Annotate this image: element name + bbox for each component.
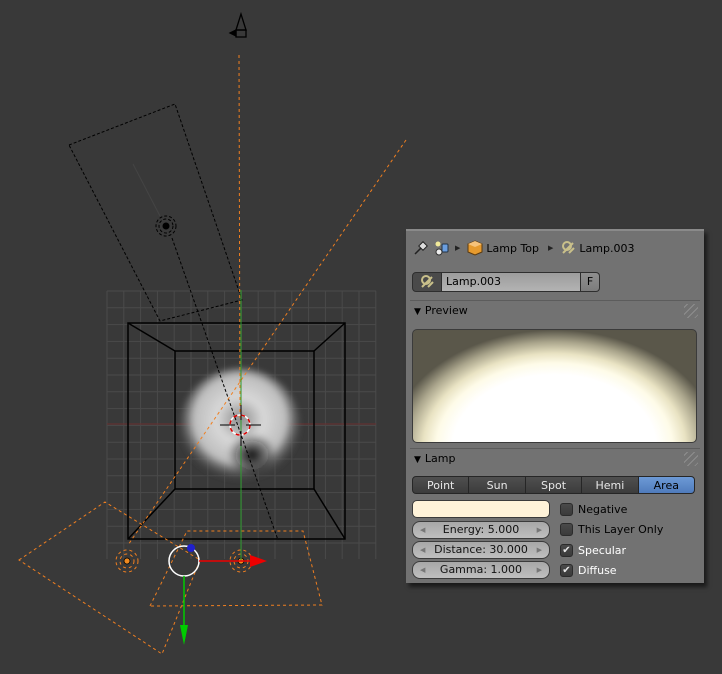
lamp-data-icon <box>560 240 576 256</box>
y-arrow-icon[interactable] <box>180 625 188 645</box>
lamp-properties-panel: ▶ Lamp Top ▶ Lamp.003 Lamp.003 F ▼ Previe… <box>406 229 704 583</box>
drag-grip-icon[interactable] <box>684 452 698 466</box>
breadcrumb-separator-icon: ▶ <box>548 244 554 252</box>
negative-checkbox[interactable]: Negative <box>560 501 627 517</box>
checkmark-icon[interactable]: ✔ <box>560 563 573 577</box>
lamp-type-spot[interactable]: Spot <box>525 476 583 494</box>
breadcrumb-object-label: Lamp Top <box>486 241 540 255</box>
increment-arrow-icon[interactable]: ▶ <box>537 562 542 578</box>
drag-grip-icon[interactable] <box>684 304 698 318</box>
lamp-browse-button[interactable] <box>412 272 442 292</box>
object-cube-icon <box>467 240 483 256</box>
preview-section-header[interactable]: ▼ Preview <box>410 300 700 322</box>
lamp-section-header[interactable]: ▼ Lamp <box>410 448 700 470</box>
lamp-origin-dot[interactable] <box>123 557 131 565</box>
breadcrumb: ▶ Lamp Top ▶ Lamp.003 <box>413 239 634 257</box>
lamp-type-sun[interactable]: Sun <box>469 476 526 494</box>
selected-lamp-outline[interactable] <box>18 54 407 655</box>
pin-icon[interactable] <box>413 240 429 256</box>
camera-icon[interactable] <box>228 11 247 38</box>
checkmark-icon[interactable]: ✔ <box>560 543 573 557</box>
z-handle-icon[interactable] <box>187 544 195 552</box>
increment-arrow-icon[interactable]: ▶ <box>537 542 542 558</box>
lamp-type-area[interactable]: Area <box>638 476 696 494</box>
expand-triangle-icon: ▼ <box>414 307 421 317</box>
transform-manipulator[interactable] <box>168 544 267 645</box>
lamp-type-point[interactable]: Point <box>412 476 470 494</box>
gamma-field[interactable]: ◀ Gamma: 1.000 ▶ <box>412 561 550 579</box>
distance-field[interactable]: ◀ Distance: 30.000 ▶ <box>412 541 550 559</box>
diffuse-checkbox[interactable]: ✔ Diffuse <box>560 562 617 578</box>
lamp-color-swatch[interactable] <box>412 500 550 518</box>
breadcrumb-separator-icon: ▶ <box>455 244 461 252</box>
this-layer-only-label: This Layer Only <box>578 522 664 536</box>
decrement-arrow-icon[interactable]: ◀ <box>420 522 425 538</box>
scene-icon <box>434 240 450 256</box>
lamp-name-field[interactable]: Lamp.003 <box>442 272 581 292</box>
checkbox-unchecked-icon[interactable] <box>560 502 573 516</box>
diffuse-label: Diffuse <box>578 563 617 577</box>
decrement-arrow-icon[interactable]: ◀ <box>420 542 425 558</box>
energy-value: Energy: 5.000 <box>442 523 520 536</box>
lamp-datablock-selector: Lamp.003 F <box>412 272 600 292</box>
specular-label: Specular <box>578 543 627 557</box>
fake-user-button[interactable]: F <box>581 272 600 292</box>
lamp-preview-render <box>412 329 697 443</box>
specular-checkbox[interactable]: ✔ Specular <box>560 542 626 558</box>
lamp-type-hemi[interactable]: Hemi <box>582 476 639 494</box>
lamp-center-dot <box>162 222 170 230</box>
breadcrumb-lamp-label: Lamp.003 <box>579 241 635 255</box>
lamp-section-title: Lamp <box>424 452 456 465</box>
this-layer-only-checkbox[interactable]: This Layer Only <box>560 521 663 537</box>
distance-value: Distance: 30.000 <box>434 543 528 556</box>
energy-field[interactable]: ◀ Energy: 5.000 ▶ <box>412 521 550 539</box>
lamp-direction-line <box>132 163 161 217</box>
lamp-data-icon <box>421 275 434 288</box>
lamp-type-selector: Point Sun Spot Hemi Area <box>412 476 696 494</box>
preview-section-title: Preview <box>424 304 468 317</box>
negative-label: Negative <box>578 502 628 516</box>
gamma-value: Gamma: 1.000 <box>439 563 523 576</box>
expand-triangle-icon: ▼ <box>414 455 421 465</box>
increment-arrow-icon[interactable]: ▶ <box>537 522 542 538</box>
decrement-arrow-icon[interactable]: ◀ <box>420 562 425 578</box>
checkbox-unchecked-icon[interactable] <box>560 522 573 536</box>
